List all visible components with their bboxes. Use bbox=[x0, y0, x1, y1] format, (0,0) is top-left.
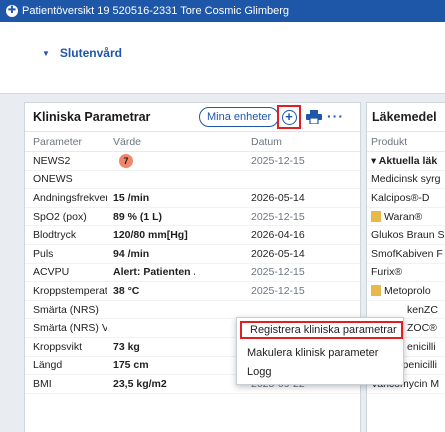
list-item[interactable]: Kalcipos®-D bbox=[367, 189, 445, 208]
column-value: Värde bbox=[113, 135, 142, 148]
list-item[interactable]: Furix® bbox=[367, 264, 445, 283]
cell-value: Alert: Patienten ... bbox=[113, 266, 195, 279]
mina-enheter-toggle[interactable]: Mina enheter bbox=[199, 107, 280, 127]
patient-cross-icon: ✚ bbox=[6, 5, 18, 17]
cell-parameter: Andningsfrekvens bbox=[33, 191, 107, 204]
warning-document-icon bbox=[371, 211, 381, 223]
chevron-down-icon: ▼ bbox=[42, 48, 50, 58]
care-context-label: Slutenvård bbox=[59, 46, 122, 60]
menu-item-registrera[interactable]: Registrera kliniska parametrar bbox=[240, 321, 403, 339]
cell-value: 175 cm bbox=[113, 359, 149, 372]
table-row[interactable]: Kroppstemperatur 38 °C 2025-12-15 bbox=[25, 282, 360, 301]
add-parameter-button[interactable]: + bbox=[277, 105, 301, 129]
table-row[interactable]: Blodtryck 120/80 mm[Hg] 2026-04-16 bbox=[25, 226, 360, 245]
cell-value: 15 /min bbox=[113, 191, 150, 204]
care-context-selector[interactable]: ▼ Slutenvård bbox=[42, 46, 122, 60]
cell-value: 38 °C bbox=[113, 284, 140, 297]
care-context-bar: ▼ Slutenvård bbox=[0, 22, 445, 94]
cell-parameter: Kroppsvikt bbox=[33, 340, 83, 353]
cell-parameter: SpO2 (pox) bbox=[33, 210, 87, 223]
more-options-icon[interactable]: ··· bbox=[327, 108, 344, 124]
cell-parameter: Smärta (NRS) bbox=[33, 303, 99, 316]
panel-title: Kliniska Parametrar bbox=[33, 110, 151, 124]
cell-date: 2025-12-15 bbox=[251, 266, 305, 279]
cell-parameter: Blodtryck bbox=[33, 229, 77, 242]
list-item[interactable]: Glukos Braun S bbox=[367, 226, 445, 245]
cell-value: 73 kg bbox=[113, 340, 140, 353]
cell-parameter: BMI bbox=[33, 377, 52, 390]
cell-date: 2025-12-15 bbox=[251, 284, 305, 297]
news-score-badge: 7 bbox=[119, 153, 133, 168]
cell-parameter: Kroppstemperatur bbox=[33, 284, 107, 297]
cell-parameter: ACVPU bbox=[33, 266, 70, 279]
column-date: Datum bbox=[251, 135, 282, 148]
table-row[interactable]: Andningsfrekvens 15 /min 2026-05-14 bbox=[25, 189, 360, 208]
list-item[interactable]: Metoprolo bbox=[367, 282, 445, 301]
medications-title: Läkemedel bbox=[367, 103, 445, 132]
table-row[interactable]: SpO2 (pox) 89 % (1 L) 2025-12-15 bbox=[25, 208, 360, 227]
menu-item-logg[interactable]: Logg bbox=[237, 363, 405, 381]
table-row[interactable]: Puls 94 /min 2026-05-14 bbox=[25, 245, 360, 264]
column-product: Produkt bbox=[367, 132, 445, 152]
table-row[interactable]: NEWS2 7 ! 2025-12-15 bbox=[25, 152, 360, 171]
context-menu: Registrera kliniska parametrar Makulera … bbox=[236, 317, 404, 385]
cell-date: 2025-12-15 bbox=[251, 210, 305, 223]
cell-parameter: Puls bbox=[33, 247, 54, 260]
list-item-label: Metoprolo bbox=[384, 284, 431, 297]
menu-item-makulera[interactable]: Makulera klinisk parameter bbox=[237, 344, 405, 362]
cell-parameter: Längd bbox=[33, 359, 63, 372]
cell-date: 2026-04-16 bbox=[251, 229, 305, 242]
cell-value-text: 23,5 kg/m2 bbox=[113, 377, 167, 390]
list-item-label: Waran® bbox=[384, 210, 423, 223]
window-title: Patientöversikt 19 520516-2331 Tore Cosm… bbox=[22, 5, 289, 17]
list-item[interactable]: Medicinsk syrg bbox=[367, 171, 445, 190]
list-item[interactable]: SmofKabiven F bbox=[367, 245, 445, 264]
cell-date: 2026-05-14 bbox=[251, 191, 305, 204]
list-item[interactable]: Waran® bbox=[367, 208, 445, 227]
column-parameter: Parameter bbox=[33, 135, 83, 148]
cell-value: 120/80 mm[Hg] bbox=[113, 229, 188, 242]
cell-parameter: ONEWS bbox=[33, 173, 73, 186]
table-row[interactable]: ONEWS bbox=[25, 171, 360, 190]
cell-value: 7 ! bbox=[107, 153, 195, 168]
cell-parameter: NEWS2 bbox=[33, 154, 71, 167]
cell-value: 23,5 kg/m2 ! bbox=[107, 378, 195, 390]
cell-date: 2026-05-14 bbox=[251, 247, 305, 260]
cell-value: 89 % (1 L) bbox=[113, 210, 163, 223]
table-header: Parameter Värde Datum bbox=[25, 132, 360, 152]
clinical-parameters-header: Kliniska Parametrar Mina enheter + ··· bbox=[25, 103, 360, 132]
cell-value: 94 /min bbox=[113, 247, 150, 260]
cell-parameter: Smärta (NRS) Vil... bbox=[33, 322, 107, 335]
window-titlebar: ✚ Patientöversikt 19 520516-2331 Tore Co… bbox=[0, 0, 445, 22]
plus-circle-icon: + bbox=[281, 109, 297, 125]
table-row[interactable]: ACVPU Alert: Patienten ... 2025-12-15 bbox=[25, 264, 360, 283]
list-item[interactable]: ▾ Aktuella läk bbox=[367, 152, 445, 171]
print-icon[interactable] bbox=[306, 110, 322, 124]
cell-date: 2025-12-15 bbox=[251, 154, 305, 167]
warning-document-icon bbox=[371, 285, 381, 297]
